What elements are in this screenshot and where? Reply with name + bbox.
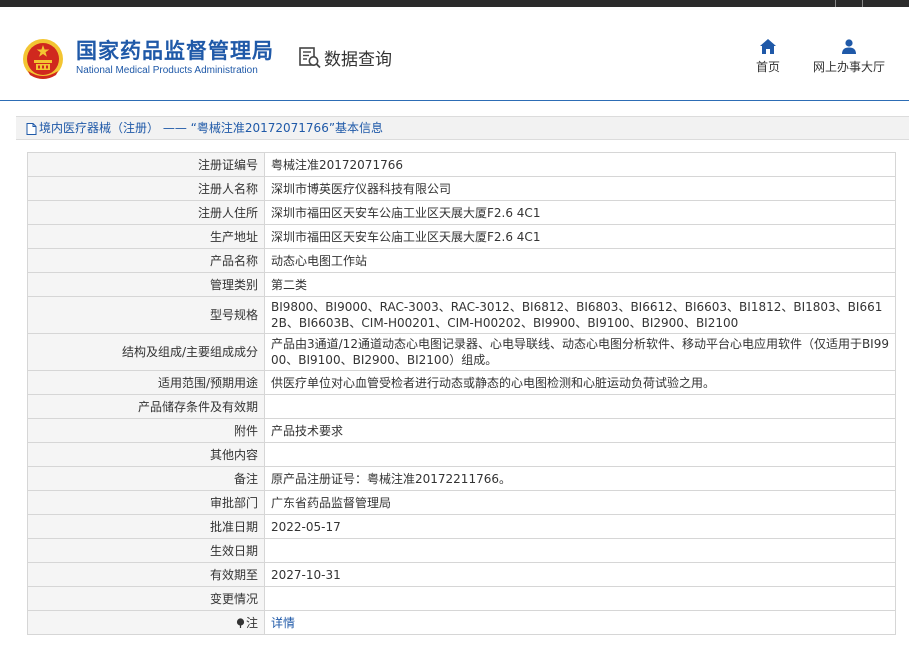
table-row: 备注 原产品注册证号：粤械注准20172211766。 [27, 466, 896, 491]
document-icon [26, 122, 37, 135]
table-row: 注册人住所 深圳市福田区天安车公庙工业区天展大厦F2.6 4C1 [27, 200, 896, 225]
pin-icon [236, 617, 245, 628]
table-row: 审批部门 广东省药品监督管理局 [27, 490, 896, 515]
table-row: 结构及组成/主要组成成分 产品由3通道/12通道动态心电图记录器、心电导联线、动… [27, 333, 896, 371]
table-row: 管理类别 第二类 [27, 272, 896, 297]
field-value [264, 442, 896, 467]
table-row: 适用范围/预期用途 供医疗单位对心血管受检者进行动态或静态的心电图检测和心脏运动… [27, 370, 896, 395]
national-emblem-icon [23, 39, 63, 79]
table-row: 生产地址 深圳市福田区天安车公庙工业区天展大厦F2.6 4C1 [27, 224, 896, 249]
breadcrumb: 境内医疗器械（注册） —— “粤械注准20172071766”基本信息 [16, 116, 909, 140]
nav-home[interactable]: 首页 [750, 39, 786, 75]
user-icon [842, 39, 856, 54]
field-label: 附件 [27, 418, 265, 443]
field-label: 有效期至 [27, 562, 265, 587]
table-row: 产品名称 动态心电图工作站 [27, 248, 896, 273]
field-value: 广东省药品监督管理局 [264, 490, 896, 515]
nav-online-service-hall[interactable]: 网上办事大厅 [808, 39, 890, 75]
field-label: 产品储存条件及有效期 [27, 394, 265, 419]
table-row: 有效期至 2027-10-31 [27, 562, 896, 587]
field-value: 产品技术要求 [264, 418, 896, 443]
field-value: 2022-05-17 [264, 514, 896, 539]
field-label: 型号规格 [27, 296, 265, 334]
note-label-cell: 注 [27, 610, 265, 635]
field-value [264, 538, 896, 563]
data-query-label: 数据查询 [324, 49, 392, 70]
table-row: 产品储存条件及有效期 [27, 394, 896, 419]
data-query-section[interactable]: 数据查询 [298, 43, 392, 71]
field-value: 详情 [264, 610, 896, 635]
table-row: 附件 产品技术要求 [27, 418, 896, 443]
field-value: 原产品注册证号：粤械注准20172211766。 [264, 466, 896, 491]
registration-info-table: 注册证编号 粤械注准20172071766 注册人名称 深圳市博英医疗仪器科技有… [27, 152, 896, 635]
field-label: 备注 [27, 466, 265, 491]
field-label: 结构及组成/主要组成成分 [27, 333, 265, 371]
field-label: 注 [245, 615, 258, 630]
field-value: 深圳市福田区天安车公庙工业区天展大厦F2.6 4C1 [264, 200, 896, 225]
field-label: 注册证编号 [27, 152, 265, 177]
table-row: 生效日期 [27, 538, 896, 563]
field-label: 审批部门 [27, 490, 265, 515]
field-label: 产品名称 [27, 248, 265, 273]
field-value: 粤械注准20172071766 [264, 152, 896, 177]
field-label: 其他内容 [27, 442, 265, 467]
site-title-cn[interactable]: 国家药品监督管理局 [76, 35, 274, 65]
table-row: 批准日期 2022-05-17 [27, 514, 896, 539]
site-title-en: National Medical Products Administration [76, 65, 258, 76]
details-link[interactable]: 详情 [271, 616, 295, 630]
field-label: 生产地址 [27, 224, 265, 249]
top-bar [0, 0, 909, 7]
site-header: 国家药品监督管理局 National Medical Products Admi… [0, 7, 909, 101]
breadcrumb-text: 境内医疗器械（注册） —— “粤械注准20172071766”基本信息 [39, 121, 384, 135]
top-bar-divider [862, 0, 863, 7]
nav-home-label: 首页 [755, 60, 780, 74]
field-label: 注册人名称 [27, 176, 265, 201]
field-value: 2027-10-31 [264, 562, 896, 587]
field-label: 管理类别 [27, 272, 265, 297]
home-icon [760, 39, 776, 54]
field-label: 变更情况 [27, 586, 265, 611]
field-value: 深圳市福田区天安车公庙工业区天展大厦F2.6 4C1 [264, 224, 896, 249]
table-row: 型号规格 BI9800、BI9000、RAC-3003、RAC-3012、BI6… [27, 296, 896, 334]
field-value: 第二类 [264, 272, 896, 297]
field-value: 深圳市博英医疗仪器科技有限公司 [264, 176, 896, 201]
field-value [264, 586, 896, 611]
table-row: 注册人名称 深圳市博英医疗仪器科技有限公司 [27, 176, 896, 201]
top-bar-divider [835, 0, 836, 7]
field-label: 适用范围/预期用途 [27, 370, 265, 395]
field-value: BI9800、BI9000、RAC-3003、RAC-3012、BI6812、B… [264, 296, 896, 334]
field-value: 产品由3通道/12通道动态心电图记录器、心电导联线、动态心电图分析软件、移动平台… [264, 333, 896, 371]
nav-online-service-hall-label: 网上办事大厅 [812, 60, 885, 74]
field-value: 供医疗单位对心血管受检者进行动态或静态的心电图检测和心脏运动负荷试验之用。 [264, 370, 896, 395]
data-search-icon [299, 47, 321, 69]
field-label: 批准日期 [27, 514, 265, 539]
table-row: 注册证编号 粤械注准20172071766 [27, 152, 896, 177]
table-row: 其他内容 [27, 442, 896, 467]
field-value [264, 394, 896, 419]
field-value: 动态心电图工作站 [264, 248, 896, 273]
field-label: 生效日期 [27, 538, 265, 563]
table-row: 注 详情 [27, 610, 896, 635]
table-row: 变更情况 [27, 586, 896, 611]
field-label: 注册人住所 [27, 200, 265, 225]
